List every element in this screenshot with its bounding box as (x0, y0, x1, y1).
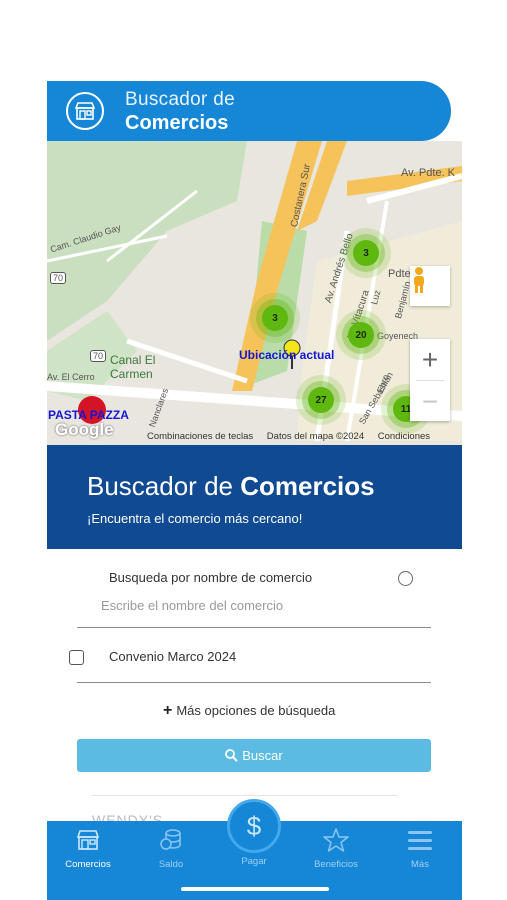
nav-item-saldo[interactable]: Saldo (136, 827, 206, 870)
nav-item-mas[interactable]: Más (385, 827, 455, 870)
header-title-line1: Buscador de (125, 89, 235, 110)
bottom-nav: Comercios Saldo $ Pagar Beneficios Más (47, 799, 462, 900)
app-header: Buscador de Comercios (47, 81, 451, 141)
banner-title: Buscador de Comercios (87, 471, 375, 502)
zoom-out-button[interactable]: − (410, 381, 450, 422)
plus-icon: + (163, 701, 173, 719)
coins-icon (136, 827, 206, 853)
home-indicator[interactable] (181, 887, 329, 891)
search-icon (225, 749, 238, 762)
search-button[interactable]: Buscar (77, 739, 431, 772)
map-data-label: Datos del mapa ©2024 (266, 431, 365, 442)
agreement-checkbox[interactable] (69, 650, 84, 665)
map-cluster[interactable]: 3 (262, 305, 288, 331)
map-footer: Combinaciones de teclas Datos del mapa ©… (147, 431, 441, 442)
map-cluster[interactable]: 20 (348, 322, 374, 348)
map-cluster[interactable]: 27 (308, 387, 334, 413)
nav-label-mas: Más (411, 859, 429, 870)
map-cluster[interactable]: 3 (353, 240, 379, 266)
agreement-label: Convenio Marco 2024 (109, 649, 237, 664)
pegman-icon[interactable] (410, 266, 450, 306)
search-banner: Buscador de Comercios ¡Encuentra el come… (47, 445, 462, 549)
banner-title-bold: Comercios (240, 471, 375, 501)
nav-label-comercios: Comercios (65, 859, 111, 870)
search-button-label: Buscar (242, 748, 283, 763)
banner-title-prefix: Buscador de (87, 471, 241, 501)
search-by-name-radio[interactable] (398, 571, 413, 586)
result-divider (92, 795, 398, 796)
nav-label-pagar: Pagar (241, 856, 267, 867)
google-logo: Google (55, 420, 114, 439)
street-label: Av. Pdte. K (401, 167, 456, 179)
name-input-underline (77, 627, 431, 628)
nav-item-beneficios[interactable]: Beneficios (301, 827, 371, 870)
nav-label-beneficios: Beneficios (314, 859, 358, 870)
current-location-label: Ubicación actual (239, 348, 335, 362)
more-options-label: Más opciones de búsqueda (176, 703, 336, 718)
search-by-name-label: Busqueda por nombre de comercio (109, 570, 313, 585)
banner-subtitle: ¡Encuentra el comercio más cercano! (87, 511, 303, 526)
star-icon (301, 827, 371, 853)
nav-item-comercios[interactable]: Comercios (53, 827, 123, 870)
street-label: Av. El Cerro (47, 372, 95, 382)
store-icon (66, 92, 104, 130)
pay-button[interactable]: $ (227, 799, 281, 853)
zoom-in-button[interactable]: + (410, 339, 450, 380)
zoom-controls: + − (410, 339, 450, 421)
terms-link[interactable]: Condiciones (378, 431, 430, 442)
more-options-toggle[interactable]: + Más opciones de búsqueda (163, 701, 336, 719)
keyboard-shortcuts-link[interactable]: Combinaciones de teclas (147, 431, 253, 442)
street-label: Pdte (388, 268, 411, 280)
nav-label-saldo: Saldo (158, 859, 184, 870)
store-icon (53, 827, 123, 853)
agreement-underline (77, 682, 431, 683)
place-label: Canal El Carmen (110, 353, 156, 381)
route-badge: 70 (50, 272, 67, 284)
route-badge: 70 (90, 350, 107, 362)
menu-icon (385, 827, 455, 853)
header-title-line2: Comercios (125, 112, 229, 134)
name-search-input[interactable]: Escribe el nombre del comercio (101, 598, 283, 613)
dollar-icon: $ (246, 810, 262, 841)
map-view[interactable]: Av. Pdte. K Costanera Sur Av. Andrés Bel… (47, 141, 462, 445)
